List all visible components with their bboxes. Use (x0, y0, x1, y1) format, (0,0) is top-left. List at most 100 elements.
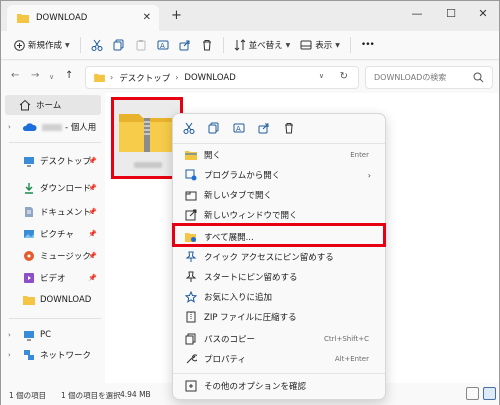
menu-item-open-new-window[interactable]: 新しいウィンドウで開く (179, 205, 379, 225)
close-window-button[interactable]: ✕ (473, 7, 493, 20)
sidebar-item-documents[interactable]: ドキュメント 📌 (1, 202, 105, 222)
address-dropdown-icon[interactable]: ∨ (319, 72, 324, 80)
menu-item-label: クイック アクセスにピン留めする (204, 253, 334, 263)
star-icon (185, 291, 197, 303)
cut-button[interactable] (181, 120, 197, 136)
zip-folder-icon (119, 114, 175, 152)
sidebar-item-home[interactable]: ホーム (5, 95, 101, 115)
chevron-right-icon[interactable]: › (8, 351, 11, 359)
scissors-icon (183, 122, 195, 134)
menu-item-open[interactable]: 開く Enter (179, 145, 379, 165)
up-arrow-icon[interactable]: ↑ (65, 70, 73, 81)
share-icon (258, 123, 269, 134)
paste-button[interactable] (130, 34, 152, 56)
download-icon (25, 183, 33, 194)
sidebar-item-label: ドキュメント (40, 208, 92, 218)
menu-item-pin-quick-access[interactable]: クイック アクセスにピン留めする (179, 247, 379, 267)
search-input[interactable]: DOWNLOADの検索 (365, 66, 493, 89)
breadcrumb-desktop[interactable]: デスクトップ (119, 72, 170, 84)
menu-item-open-with[interactable]: プログラムから開く › (179, 165, 379, 185)
desktop-icon (24, 157, 34, 167)
menu-divider (173, 143, 385, 144)
sidebar-item-network[interactable]: › ネットワーク (1, 345, 105, 365)
view-label: 表示 (315, 41, 333, 51)
toolbar-divider (79, 37, 81, 53)
copy-icon (208, 122, 219, 134)
rename-button[interactable]: A (231, 120, 247, 136)
menu-item-pin-start[interactable]: スタートにピン留めする (179, 267, 379, 287)
sidebar-item-label: DOWNLOAD (40, 295, 92, 305)
sort-icon (234, 39, 245, 51)
sidebar-item-downloads[interactable]: ダウンロード 📌 (1, 178, 105, 198)
menu-item-compress-zip[interactable]: ZIP ファイルに圧縮する (179, 307, 379, 327)
sidebar-item-onedrive[interactable]: › - 個人用 (1, 117, 105, 137)
home-icon (19, 99, 31, 111)
chevron-right-icon[interactable]: › (8, 331, 11, 339)
tiles-view-button[interactable] (483, 387, 496, 400)
shortcut-label: Enter (350, 151, 369, 159)
sidebar-item-music[interactable]: ミュージック 📌 (1, 246, 105, 266)
delete-button[interactable] (196, 34, 218, 56)
view-button[interactable]: 表示 ▼ (295, 34, 345, 56)
folder-icon (17, 14, 29, 23)
menu-item-label: スタートにピン留めする (204, 273, 298, 283)
menu-item-more-options[interactable]: その他のオプションを確認 (179, 376, 379, 396)
selected-size: 4.94 MB (120, 390, 151, 399)
sidebar-item-download-folder[interactable]: DOWNLOAD (1, 290, 105, 310)
search-icon (473, 72, 484, 83)
new-button[interactable]: 新規作成 ▼ (9, 34, 75, 56)
new-tab-button[interactable]: + (171, 8, 182, 23)
share-button[interactable] (174, 34, 196, 56)
menu-item-copy-path[interactable]: パスのコピー Ctrl+Shift+C (179, 329, 379, 349)
copy-button[interactable] (206, 120, 222, 136)
pin-icon (185, 251, 197, 263)
zip-icon (185, 311, 197, 323)
shortcut-label: Alt+Enter (334, 355, 369, 363)
address-bar[interactable]: › デスクトップ › DOWNLOAD ∨ ↻ (85, 66, 359, 89)
chevron-down-icon: ▼ (335, 41, 340, 49)
folder-icon (23, 296, 35, 305)
refresh-icon[interactable]: ↻ (340, 71, 348, 82)
sidebar-item-pc[interactable]: › PC (1, 325, 105, 345)
menu-item-label: ZIP ファイルに圧縮する (204, 313, 297, 323)
sidebar-item-label: ネットワーク (40, 351, 92, 361)
chevron-right-icon[interactable]: › (8, 123, 11, 131)
menu-item-add-favorites[interactable]: お気に入りに追加 (179, 287, 379, 307)
folder-open-icon (185, 149, 197, 161)
recent-dropdown-icon[interactable]: ∨ (49, 73, 54, 81)
selected-count: 1 個の項目を選択 (61, 391, 121, 400)
back-arrow-icon[interactable]: ← (11, 70, 19, 81)
rename-icon: A (233, 123, 245, 133)
shortcut-label: Ctrl+Shift+C (324, 335, 369, 343)
rename-button[interactable]: A (152, 34, 174, 56)
breadcrumb-separator-icon: › (110, 73, 114, 82)
more-options-icon (185, 380, 197, 392)
tab-download[interactable]: DOWNLOAD ✕ (7, 5, 159, 31)
breadcrumb-download[interactable]: DOWNLOAD (184, 73, 235, 83)
details-view-button[interactable] (466, 387, 479, 400)
sort-button[interactable]: 並べ替え ▼ (229, 34, 296, 56)
copy-button[interactable] (108, 34, 130, 56)
forward-arrow-icon[interactable]: → (31, 70, 39, 81)
delete-button[interactable] (281, 120, 297, 136)
pin-icon: 📌 (88, 157, 97, 165)
menu-item-open-new-tab[interactable]: 新しいタブで開く (179, 185, 379, 205)
sidebar-item-desktop[interactable]: デスクトップ 📌 (1, 151, 105, 171)
maximize-button[interactable]: ☐ (441, 7, 461, 20)
menu-item-label: 新しいタブで開く (204, 191, 273, 201)
sidebar-item-videos[interactable]: ビデオ 📌 (1, 268, 105, 288)
svg-text:A: A (160, 42, 165, 50)
minimize-button[interactable]: — (407, 7, 427, 20)
network-icon (24, 350, 34, 360)
sidebar-divider (9, 142, 101, 143)
svg-text:A: A (236, 125, 241, 133)
more-button[interactable]: ••• (356, 34, 379, 56)
tab-close-icon[interactable]: ✕ (143, 12, 151, 23)
cut-button[interactable] (86, 34, 108, 56)
sidebar-item-pictures[interactable]: ピクチャ 📌 (1, 224, 105, 244)
properties-icon (185, 353, 197, 365)
menu-item-properties[interactable]: プロパティ Alt+Enter (179, 349, 379, 369)
account-name-blur (42, 123, 62, 131)
share-button[interactable] (256, 120, 272, 136)
toolbar-divider (222, 37, 224, 53)
